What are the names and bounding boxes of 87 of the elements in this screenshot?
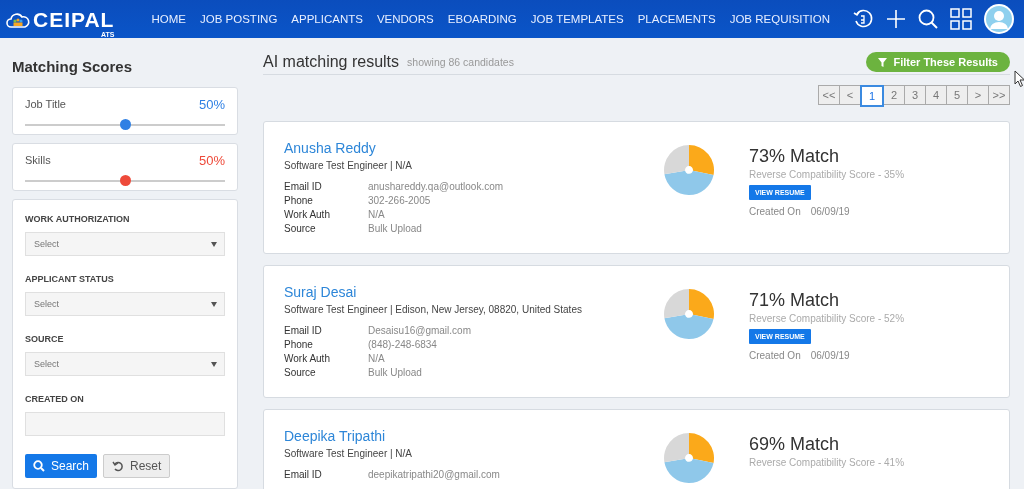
page-button[interactable]: 3 xyxy=(904,85,926,105)
nav-link[interactable]: JOB REQUISITION xyxy=(729,13,830,25)
select-dropdown[interactable]: Select xyxy=(25,292,225,316)
search-icon xyxy=(33,460,45,472)
field-label: Phone xyxy=(284,195,314,206)
search-button[interactable]: Search xyxy=(25,454,98,478)
donut-chart-drawing xyxy=(663,144,715,196)
page-button[interactable]: 5 xyxy=(946,85,968,105)
field-label: Email ID xyxy=(284,181,323,192)
nav-link[interactable]: JOB POSTING xyxy=(200,13,278,25)
field-label: Phone xyxy=(284,339,314,350)
field-label: Email ID xyxy=(284,469,323,480)
match-score: 69% Match xyxy=(749,434,840,455)
slider-thumb[interactable] xyxy=(120,118,131,130)
select-dropdown[interactable]: Select xyxy=(25,232,225,256)
nav-link[interactable]: APPLICANTS xyxy=(291,13,363,25)
candidate-headline: Software Test Engineer | N/A xyxy=(284,160,414,171)
score-label: Job Title xyxy=(25,98,66,110)
page-button[interactable]: > xyxy=(967,85,989,105)
score-label: Skills xyxy=(25,154,51,166)
field-label: Work Auth xyxy=(284,353,331,364)
page-button[interactable]: 1 xyxy=(860,85,884,107)
candidate-headline: Software Test Engineer | N/A xyxy=(284,448,414,459)
caret-icon xyxy=(211,241,217,247)
field-value: N/A xyxy=(368,353,386,364)
page-button[interactable]: << xyxy=(818,85,840,105)
candidate-name[interactable]: Anusha Reddy xyxy=(284,140,663,156)
sidebar-title: Matching Scores xyxy=(12,58,134,75)
field-value: deepikatripathi20@gmail.com xyxy=(368,469,501,480)
results-title: AI matching results xyxy=(263,53,400,71)
search-icon[interactable] xyxy=(918,9,938,29)
created-label: Created On xyxy=(749,350,801,361)
nav-link[interactable]: JOB TEMPLATES xyxy=(530,13,624,25)
date-field[interactable] xyxy=(25,412,225,436)
mouse-cursor-icon xyxy=(1014,70,1024,88)
field-value: Desaisu16@gmail.com xyxy=(368,325,472,336)
match-score: 73% Match xyxy=(749,146,840,167)
created-date: 06/09/19 xyxy=(810,350,850,361)
reset-button[interactable]: Reset xyxy=(103,454,171,478)
page-button[interactable]: 4 xyxy=(925,85,947,105)
candidate-name[interactable]: Deepika Tripathi xyxy=(284,428,663,444)
undo-icon xyxy=(112,460,125,472)
candidate-name[interactable]: Suraj Desai xyxy=(284,284,663,300)
field-value: 302-266-2005 xyxy=(368,195,432,206)
field-value: (848)-248-6834 xyxy=(368,339,438,350)
field-value: N/A xyxy=(368,209,386,220)
avatar-icon[interactable] xyxy=(984,4,1014,34)
nav-link[interactable]: EBOARDING xyxy=(447,13,517,25)
created-label: Created On xyxy=(749,206,801,217)
page-button[interactable]: >> xyxy=(988,85,1010,105)
plus-icon[interactable] xyxy=(886,9,906,29)
reverse-score: Reverse Compatibility Score - 41% xyxy=(749,457,905,468)
filter-label: WORK AUTHORIZATION xyxy=(25,214,131,224)
slider-thumb[interactable] xyxy=(120,174,131,186)
filter-label: APPLICANT STATUS xyxy=(25,274,115,284)
filter-results-button[interactable]: Filter These Results xyxy=(866,52,1010,72)
field-label: Source xyxy=(284,223,317,234)
donut-chart-drawing xyxy=(663,432,715,484)
candidate-headline: Software Test Engineer | Edison, New Jersey, 08820, United States xyxy=(284,304,583,315)
caret-icon xyxy=(211,301,217,307)
nav-link[interactable]: PLACEMENTS xyxy=(637,13,716,25)
score-value: 50% xyxy=(198,96,225,112)
score-value: 50% xyxy=(198,152,225,168)
field-label: Email ID xyxy=(284,325,323,336)
logo-text: CEIPAL xyxy=(33,8,115,30)
filter-icon xyxy=(878,57,888,67)
field-label: Work Auth xyxy=(284,209,331,220)
created-date: 06/09/19 xyxy=(810,206,850,217)
select-dropdown[interactable]: Select xyxy=(25,352,225,376)
reverse-score: Reverse Compatibility Score - 52% xyxy=(749,313,905,324)
nav-link[interactable]: HOME xyxy=(151,13,186,25)
field-value: Bulk Upload xyxy=(368,223,423,234)
nav-link[interactable]: VENDORS xyxy=(376,13,434,25)
match-score: 71% Match xyxy=(749,290,840,311)
filter-label: CREATED ON xyxy=(25,394,85,404)
donut-chart-drawing xyxy=(663,288,715,340)
filter-label: SOURCE xyxy=(25,334,65,344)
page-button[interactable]: < xyxy=(839,85,861,105)
caret-icon xyxy=(211,361,217,367)
page-button[interactable]: 2 xyxy=(883,85,905,105)
field-value: Bulk Upload xyxy=(368,367,423,378)
reverse-score: Reverse Compatibility Score - 35% xyxy=(749,169,905,180)
field-label: Source xyxy=(284,367,317,378)
field-value: anushareddy.qa@outlook.com xyxy=(368,181,505,192)
results-count: showing 86 candidates xyxy=(407,56,514,68)
history-icon[interactable] xyxy=(852,8,874,30)
grid-icon[interactable] xyxy=(950,8,972,30)
